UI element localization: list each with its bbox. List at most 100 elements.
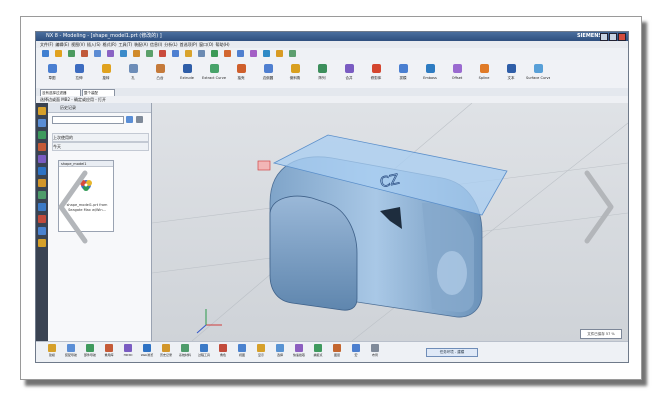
menu-item[interactable]: 分析(L) bbox=[164, 41, 177, 48]
bottom-tool-button[interactable]: 历史记录 bbox=[158, 344, 174, 362]
resource-tab-icon[interactable] bbox=[38, 107, 46, 115]
maximize-button[interactable] bbox=[609, 33, 617, 41]
section-recent[interactable]: 上次使用的 bbox=[52, 133, 149, 142]
chevron-left-icon bbox=[58, 170, 88, 244]
search-go-icon[interactable] bbox=[126, 116, 133, 123]
bottom-tool-button[interactable]: 选择 bbox=[272, 344, 288, 362]
bottom-tool-button[interactable]: 显示 bbox=[253, 344, 269, 362]
ribbon-button[interactable]: 合并 bbox=[337, 62, 361, 86]
curve-icon bbox=[210, 64, 219, 73]
ribbon-button[interactable]: 草图 bbox=[40, 62, 64, 86]
ribbon-button[interactable]: Spline bbox=[472, 62, 496, 86]
menu-item[interactable]: 插入(S) bbox=[87, 41, 101, 48]
ribbon-button[interactable]: Offset bbox=[445, 62, 469, 86]
ribbon-button[interactable]: Extrude bbox=[175, 62, 199, 86]
bottom-tool-label: 重用库 bbox=[104, 353, 114, 357]
minimize-button[interactable] bbox=[600, 33, 608, 41]
bottom-tool-button[interactable]: 装配导航 bbox=[63, 344, 79, 362]
toolbar-tool-icon[interactable] bbox=[250, 50, 257, 57]
close-button[interactable] bbox=[618, 33, 626, 41]
ribbon-button[interactable]: Surface Curve bbox=[526, 62, 550, 86]
ribbon-button[interactable]: 修剪体 bbox=[364, 62, 388, 86]
task-environment-pill[interactable]: 任务环境 - 建模 bbox=[426, 348, 478, 357]
bottom-tool-button[interactable]: 图层 bbox=[329, 344, 345, 362]
toolbar-tool-icon[interactable] bbox=[120, 50, 127, 57]
bottom-tool-button[interactable]: HD3D bbox=[120, 344, 136, 362]
resource-tab-icon[interactable] bbox=[38, 191, 46, 199]
menu-item[interactable]: 工具(T) bbox=[119, 41, 133, 48]
resource-tab-icon[interactable] bbox=[38, 215, 46, 223]
toolbar-tool-icon[interactable] bbox=[159, 50, 166, 57]
toolbar-tool-icon[interactable] bbox=[81, 50, 88, 57]
ribbon-button-label: 抽壳 bbox=[237, 76, 245, 80]
toolbar-tool-icon[interactable] bbox=[42, 50, 49, 57]
toolbar-tool-icon[interactable] bbox=[68, 50, 75, 57]
menu-item[interactable]: 首选项(P) bbox=[180, 41, 198, 48]
menu-item[interactable]: 视图(V) bbox=[71, 41, 85, 48]
toolbar-tool-icon[interactable] bbox=[55, 50, 62, 57]
menu-item[interactable]: 文件(F) bbox=[40, 41, 53, 48]
toolbar-tool-icon[interactable] bbox=[198, 50, 205, 57]
toolbar-tool-icon[interactable] bbox=[107, 50, 114, 57]
menu-item[interactable]: 格式(R) bbox=[103, 41, 117, 48]
bottom-tool-button[interactable]: 角色 bbox=[215, 344, 231, 362]
bottom-tool-button[interactable]: 快速拾取 bbox=[291, 344, 307, 362]
carousel-prev-button[interactable] bbox=[55, 167, 95, 247]
history-search-input[interactable] bbox=[52, 116, 124, 124]
menu-item[interactable]: 装配(A) bbox=[134, 41, 148, 48]
toolbar-tool-icon[interactable] bbox=[289, 50, 296, 57]
toolbar-tool-icon[interactable] bbox=[172, 50, 179, 57]
ribbon-button[interactable]: 孔 bbox=[121, 62, 145, 86]
ribbon-button[interactable]: 旋转 bbox=[94, 62, 118, 86]
ribbon-button[interactable]: 文本 bbox=[499, 62, 523, 86]
resource-tab-icon[interactable] bbox=[38, 155, 46, 163]
carousel-next-button[interactable] bbox=[577, 167, 617, 247]
toolbar-tool-icon[interactable] bbox=[94, 50, 101, 57]
bottom-tool-button[interactable]: 过程工具 bbox=[196, 344, 212, 362]
bottom-tool-button[interactable]: 系统材料 bbox=[177, 344, 193, 362]
toolbar-tool-icon[interactable] bbox=[224, 50, 231, 57]
bottom-tool-button[interactable]: 部件导航 bbox=[82, 344, 98, 362]
resource-tab-icon[interactable] bbox=[38, 179, 46, 187]
toolbar-tool-icon[interactable] bbox=[237, 50, 244, 57]
menu-item[interactable]: 信息(I) bbox=[150, 41, 162, 48]
menu-item[interactable]: 窗口(O) bbox=[199, 41, 213, 48]
toolbar-tool-icon[interactable] bbox=[211, 50, 218, 57]
bottom-tool-button[interactable]: 重用库 bbox=[101, 344, 117, 362]
ribbon-button[interactable]: 凸台 bbox=[148, 62, 172, 86]
resource-tab-icon[interactable] bbox=[38, 119, 46, 127]
resource-tab-icon[interactable] bbox=[38, 131, 46, 139]
section-today[interactable]: 今天 bbox=[52, 142, 149, 151]
bottom-tool-button[interactable]: 建模 bbox=[44, 344, 60, 362]
resource-tab-icon[interactable] bbox=[38, 227, 46, 235]
toolbar-tool-icon[interactable] bbox=[263, 50, 270, 57]
bottom-tool-button[interactable]: 捕捉点 bbox=[310, 344, 326, 362]
toolbar-tool-icon[interactable] bbox=[133, 50, 140, 57]
view-options-icon[interactable] bbox=[136, 116, 143, 123]
resource-tab-icon[interactable] bbox=[38, 239, 46, 247]
toolbar-tool-icon[interactable] bbox=[185, 50, 192, 57]
menu-item[interactable]: 帮助(H) bbox=[215, 41, 229, 48]
toolbar-tool-icon[interactable] bbox=[276, 50, 283, 57]
menu-item[interactable]: 编辑(E) bbox=[55, 41, 69, 48]
graphics-window[interactable]: CZ 文件已保存 57 % bbox=[152, 103, 628, 341]
ribbon-button[interactable]: Emboss bbox=[418, 62, 442, 86]
toolbar-tool-icon[interactable] bbox=[146, 50, 153, 57]
bottom-tool-label: 快速拾取 bbox=[292, 353, 305, 357]
resource-tab-icon[interactable] bbox=[38, 203, 46, 211]
bottom-tool-button[interactable]: 视图 bbox=[234, 344, 250, 362]
ribbon-button[interactable]: Extract Curve bbox=[202, 62, 226, 86]
ribbon-button[interactable]: 阵列 bbox=[310, 62, 334, 86]
tool-icon bbox=[219, 344, 227, 352]
ribbon-button[interactable]: 倒斜角 bbox=[283, 62, 307, 86]
resource-tab-icon[interactable] bbox=[38, 167, 46, 175]
ribbon-button[interactable]: 边倒圆 bbox=[256, 62, 280, 86]
bottom-toolbar: 任务环境 - 建模 建模 装配导航 部件导航 重用库 HD3D Web浏览 历史记录 系统材料… bbox=[36, 341, 628, 362]
resource-tab-icon[interactable] bbox=[38, 143, 46, 151]
ribbon-button[interactable]: 拉伸 bbox=[67, 62, 91, 86]
bottom-tool-button[interactable]: 布局 bbox=[367, 344, 383, 362]
bottom-tool-button[interactable]: 宏 bbox=[348, 344, 364, 362]
ribbon-button[interactable]: 抽壳 bbox=[229, 62, 253, 86]
ribbon-button[interactable]: 拔模 bbox=[391, 62, 415, 86]
bottom-tool-button[interactable]: Web浏览 bbox=[139, 344, 155, 362]
